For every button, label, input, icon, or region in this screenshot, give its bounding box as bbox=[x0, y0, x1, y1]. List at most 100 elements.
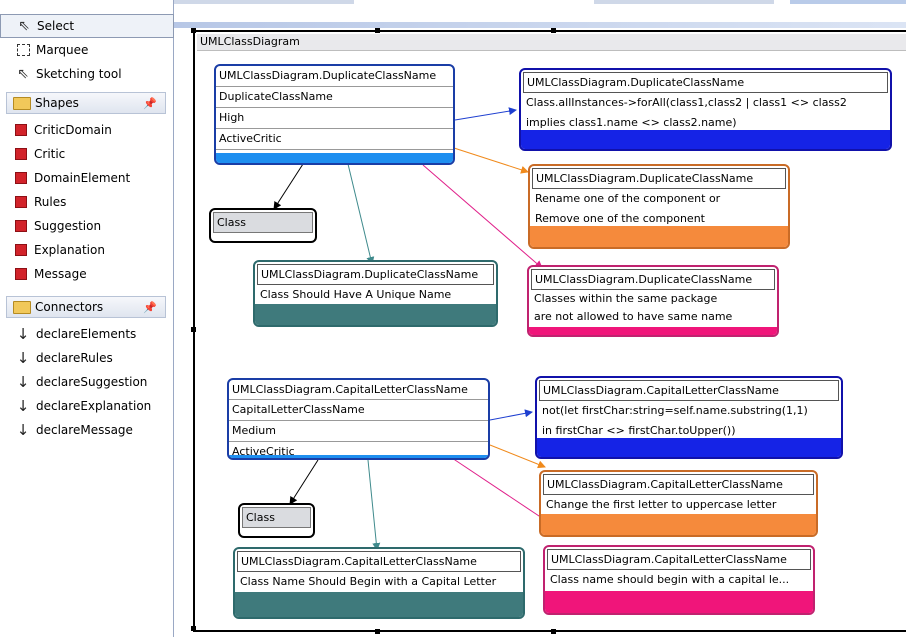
declare-explanation-connector[interactable] bbox=[347, 163, 375, 265]
connector-tool-label: declareSuggestion bbox=[36, 375, 148, 389]
rules-line: Class.allInstances->forAll(class1,class2… bbox=[526, 96, 847, 109]
connector-tool-label: declareMessage bbox=[36, 423, 133, 437]
shape-tool-label: CriticDomain bbox=[34, 123, 112, 137]
critic-node[interactable]: UMLClassDiagram.DuplicateClassName Dupli… bbox=[214, 64, 455, 165]
message-color-bar bbox=[529, 327, 777, 335]
message-line: are not allowed to have same name bbox=[534, 310, 733, 323]
explanation-node[interactable]: UMLClassDiagram.DuplicateClassName Class… bbox=[253, 260, 498, 327]
editor-top-strip bbox=[174, 0, 906, 22]
red-square-icon bbox=[12, 193, 30, 211]
domain-element-node[interactable]: Class bbox=[209, 208, 317, 243]
domain-element-name: Class bbox=[213, 212, 313, 233]
explanation-color-bar bbox=[235, 592, 523, 617]
rules-color-bar bbox=[537, 438, 841, 457]
shape-tool-label: Critic bbox=[34, 147, 66, 161]
shape-tool-label: Rules bbox=[34, 195, 67, 209]
suggestion-color-bar bbox=[541, 514, 816, 535]
marquee-tool[interactable]: Marquee bbox=[0, 38, 174, 62]
connector-tool-label: declareExplanation bbox=[36, 399, 152, 413]
red-square-icon bbox=[12, 169, 30, 187]
shape-tool-message[interactable]: Message bbox=[0, 262, 174, 286]
sketch-pointer-icon: ⇖ bbox=[17, 66, 29, 82]
down-arrow-icon: ↓ bbox=[16, 324, 30, 343]
folder-icon bbox=[13, 96, 31, 110]
declare-elements-connector[interactable] bbox=[289, 459, 319, 505]
rules-line: not(let firstChar:string=self.name.subst… bbox=[542, 404, 808, 417]
critic-field: DuplicateClassName bbox=[216, 87, 453, 108]
suggestion-color-bar bbox=[530, 226, 788, 247]
pin-icon[interactable]: 📌 bbox=[143, 301, 157, 314]
red-square-icon bbox=[12, 145, 30, 163]
declare-rules-connector[interactable] bbox=[489, 409, 533, 421]
shape-tool-suggestion[interactable]: Suggestion bbox=[0, 214, 174, 238]
down-arrow-icon: ↓ bbox=[16, 348, 30, 367]
select-tool-label: Select bbox=[37, 19, 75, 33]
pin-icon[interactable]: 📌 bbox=[143, 97, 157, 110]
message-title: UMLClassDiagram.CapitalLetterClassName bbox=[547, 549, 811, 570]
marquee-tool-label: Marquee bbox=[36, 43, 89, 57]
domain-element-name: Class bbox=[242, 507, 311, 528]
shape-tool-label: DomainElement bbox=[34, 171, 131, 185]
declare-elements-connector[interactable] bbox=[273, 163, 304, 210]
marquee-icon bbox=[14, 41, 32, 59]
shape-tool-explanation[interactable]: Explanation bbox=[0, 238, 174, 262]
shapes-drawer-label: Shapes bbox=[35, 96, 79, 110]
declare-message-connector[interactable] bbox=[451, 457, 549, 523]
shape-tool-label: Explanation bbox=[34, 243, 105, 257]
message-node[interactable]: UMLClassDiagram.DuplicateClassName Class… bbox=[527, 265, 779, 337]
shape-tool-domainelement[interactable]: DomainElement bbox=[0, 166, 174, 190]
connector-tool-declaresuggestion[interactable]: ↓ declareSuggestion bbox=[0, 370, 174, 394]
rules-node[interactable]: UMLClassDiagram.DuplicateClassName Class… bbox=[519, 68, 892, 151]
critic-field: CapitalLetterClassName bbox=[229, 400, 488, 421]
message-line: Classes within the same package bbox=[534, 292, 718, 305]
red-square-icon bbox=[12, 265, 30, 283]
message-node[interactable]: UMLClassDiagram.CapitalLetterClassName C… bbox=[543, 545, 815, 615]
pointer-icon: ⇖ bbox=[18, 18, 30, 34]
diagram-canvas[interactable]: UMLClassDiagram UMLClassDiagram.Duplicat… bbox=[190, 28, 906, 637]
sketching-tool[interactable]: ⇖ Sketching tool bbox=[0, 62, 174, 86]
connector-tool-declareelements[interactable]: ↓ declareElements bbox=[0, 322, 174, 346]
critic-color-bar bbox=[216, 153, 453, 163]
connector-tool-declareexplanation[interactable]: ↓ declareExplanation bbox=[0, 394, 174, 418]
critic-field: Medium bbox=[229, 421, 488, 442]
suggestion-node[interactable]: UMLClassDiagram.CapitalLetterClassName C… bbox=[539, 470, 818, 537]
declare-suggestion-connector[interactable] bbox=[453, 147, 529, 174]
explanation-line: Class Should Have A Unique Name bbox=[260, 288, 452, 301]
down-arrow-icon: ↓ bbox=[16, 420, 30, 439]
shape-tool-rules[interactable]: Rules bbox=[0, 190, 174, 214]
message-line: Class name should begin with a capital l… bbox=[550, 573, 790, 586]
shapes-drawer[interactable]: Shapes 📌 bbox=[6, 92, 166, 114]
declare-rules-connector[interactable] bbox=[454, 107, 517, 121]
red-square-icon bbox=[12, 241, 30, 259]
explanation-node[interactable]: UMLClassDiagram.CapitalLetterClassName C… bbox=[233, 547, 525, 619]
editor-ruler-stripe bbox=[174, 22, 906, 28]
declare-message-connector[interactable] bbox=[422, 164, 543, 269]
shape-tool-label: Suggestion bbox=[34, 219, 102, 233]
connectors-drawer-label: Connectors bbox=[35, 300, 104, 314]
declare-explanation-connector[interactable] bbox=[367, 459, 381, 551]
suggestion-title: UMLClassDiagram.DuplicateClassName bbox=[532, 168, 786, 189]
critic-node[interactable]: UMLClassDiagram.CapitalLetterClassName C… bbox=[227, 378, 490, 460]
rules-title: UMLClassDiagram.CapitalLetterClassName bbox=[539, 380, 839, 401]
domain-element-node[interactable]: Class bbox=[238, 503, 315, 538]
explanation-color-bar bbox=[255, 304, 496, 325]
rules-title: UMLClassDiagram.DuplicateClassName bbox=[523, 72, 888, 93]
connectors-drawer[interactable]: Connectors 📌 bbox=[6, 296, 166, 318]
sketching-tool-label: Sketching tool bbox=[36, 67, 122, 81]
down-arrow-icon: ↓ bbox=[16, 372, 30, 391]
tool-palette: ⇖ Select Marquee ⇖ Sketching tool Shapes… bbox=[0, 0, 174, 637]
down-arrow-icon: ↓ bbox=[16, 396, 30, 415]
select-tool[interactable]: ⇖ Select bbox=[0, 14, 174, 38]
suggestion-line: Change the first letter to uppercase let… bbox=[546, 498, 777, 511]
rules-node[interactable]: UMLClassDiagram.CapitalLetterClassName n… bbox=[535, 376, 843, 459]
message-title: UMLClassDiagram.DuplicateClassName bbox=[531, 269, 775, 290]
suggestion-node[interactable]: UMLClassDiagram.DuplicateClassName Renam… bbox=[528, 164, 790, 249]
connector-tool-declarerules[interactable]: ↓ declareRules bbox=[0, 346, 174, 370]
connector-tool-label: declareRules bbox=[36, 351, 113, 365]
shape-tool-criticdomain[interactable]: CriticDomain bbox=[0, 118, 174, 142]
explanation-line: Class Name Should Begin with a Capital L… bbox=[240, 575, 497, 588]
suggestion-line: Rename one of the component or bbox=[535, 192, 721, 205]
critic-name: UMLClassDiagram.CapitalLetterClassName bbox=[229, 380, 488, 400]
shape-tool-critic[interactable]: Critic bbox=[0, 142, 174, 166]
connector-tool-declaremessage[interactable]: ↓ declareMessage bbox=[0, 418, 174, 442]
